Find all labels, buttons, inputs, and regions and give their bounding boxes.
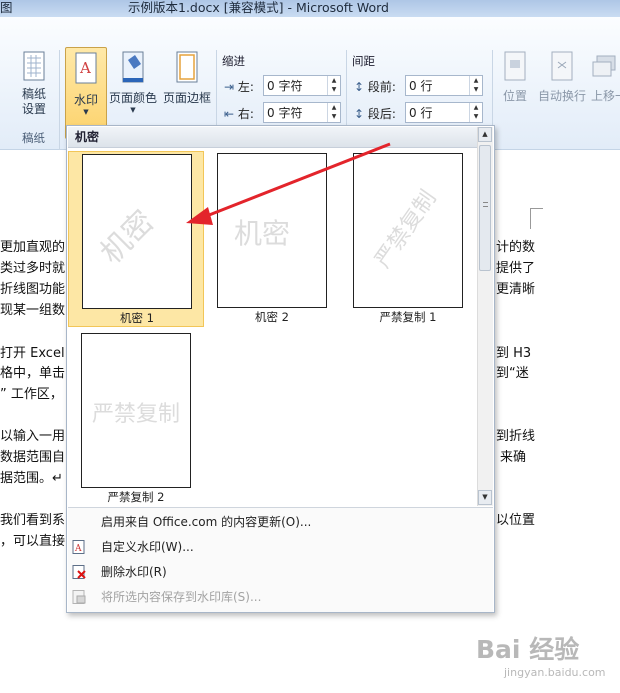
annotation-arrow xyxy=(186,142,391,225)
brand-watermark: Bai 经验 jingyan.baidu.com xyxy=(476,630,606,679)
brand-url: jingyan.baidu.com xyxy=(504,666,606,679)
brand-logo: Bai 经验 xyxy=(476,635,580,664)
